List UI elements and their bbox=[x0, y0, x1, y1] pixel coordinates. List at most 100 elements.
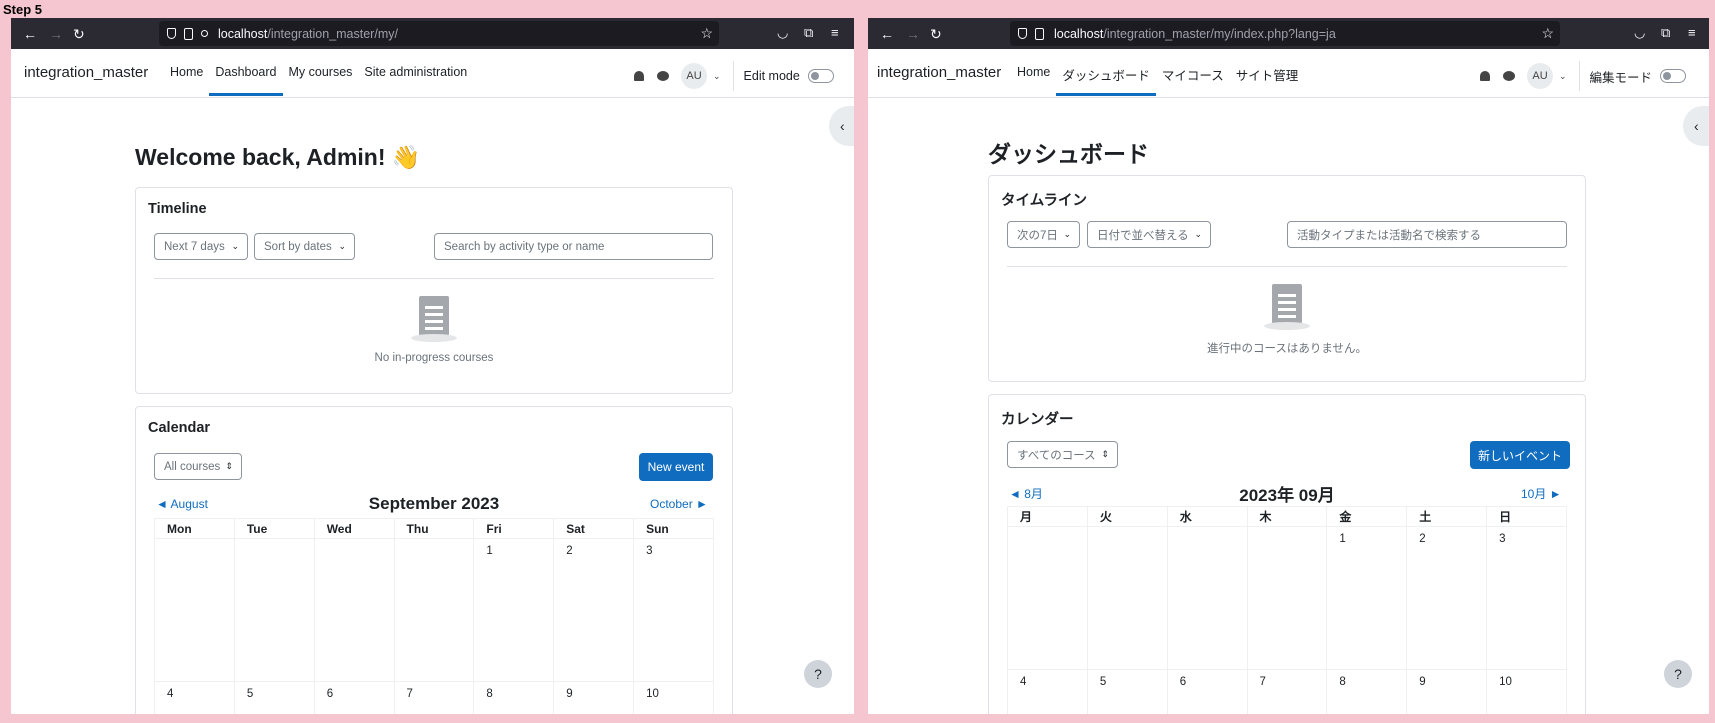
calendar-day-cell[interactable] bbox=[1246, 526, 1328, 670]
nav-dashboard[interactable]: Dashboard bbox=[209, 65, 283, 96]
calendar-day-cell[interactable] bbox=[154, 538, 235, 682]
weekday-header: 金 bbox=[1326, 506, 1408, 527]
timeline-day-filter[interactable]: Next 7 days ⌄ bbox=[154, 233, 248, 260]
bell-icon[interactable] bbox=[1480, 71, 1490, 81]
chevron-left-icon: ‹ bbox=[840, 118, 845, 134]
bookmark-star-icon[interactable]: ☆ bbox=[1541, 25, 1554, 42]
edit-mode-toggle[interactable] bbox=[1660, 69, 1687, 83]
timeline-search-input[interactable]: Search by activity type or name bbox=[434, 233, 713, 260]
calendar-day-cell[interactable] bbox=[233, 538, 315, 682]
calendar-day-cell[interactable] bbox=[1007, 526, 1088, 670]
help-button[interactable]: ? bbox=[804, 660, 832, 688]
address-bar[interactable]: localhost/integration_master/my/ ☆ bbox=[159, 21, 719, 46]
timeline-day-filter[interactable]: 次の7日 ⌄ bbox=[1007, 221, 1080, 248]
reload-icon[interactable]: ↻ bbox=[73, 26, 85, 43]
chevron-down-icon[interactable]: ⌄ bbox=[1559, 71, 1567, 82]
new-event-button[interactable]: 新しいイベント bbox=[1470, 441, 1570, 469]
calendar-day-cell[interactable]: 4 bbox=[1007, 669, 1088, 714]
calendar-day-cell[interactable]: 3 bbox=[633, 538, 714, 682]
pocket-icon[interactable]: ◡ bbox=[777, 25, 788, 41]
prev-month-link[interactable]: ◄ August bbox=[156, 497, 208, 511]
calendar-day-cell[interactable]: 10 bbox=[633, 681, 714, 714]
course-select-value: すべてのコース bbox=[1017, 449, 1096, 462]
calendar-day-cell[interactable]: 9 bbox=[553, 681, 635, 714]
nav-dashboard[interactable]: ダッシュボード bbox=[1056, 65, 1156, 96]
messages-icon[interactable] bbox=[1503, 71, 1515, 81]
calendar-title: Calendar bbox=[148, 420, 211, 436]
prev-month-link[interactable]: ◄ 8月 bbox=[1009, 485, 1043, 502]
calendar-day-cell[interactable]: 2 bbox=[1406, 526, 1488, 670]
address-bar[interactable]: localhost/integration_master/my/index.ph… bbox=[1010, 21, 1560, 46]
page-title: ダッシュボード bbox=[988, 141, 1149, 167]
calendar-day-cell[interactable]: 1 bbox=[1326, 526, 1408, 670]
messages-icon[interactable] bbox=[657, 71, 669, 81]
bookmark-star-icon[interactable]: ☆ bbox=[700, 25, 713, 42]
back-arrow-icon[interactable]: ← bbox=[880, 26, 894, 42]
menu-icon[interactable]: ≡ bbox=[831, 25, 839, 40]
timeline-sort-select[interactable]: 日付で並べ替える ⌄ bbox=[1087, 221, 1211, 248]
extensions-icon[interactable]: ⧉ bbox=[804, 25, 813, 41]
nav-my-courses[interactable]: マイコース bbox=[1156, 65, 1230, 96]
site-brand[interactable]: integration_master bbox=[877, 64, 1001, 81]
help-button[interactable]: ? bbox=[1664, 660, 1692, 688]
browser-toolbar: ← → ↻ localhost/integration_master/my/ ☆… bbox=[11, 18, 854, 49]
forward-arrow-icon[interactable]: → bbox=[49, 26, 63, 42]
avatar[interactable]: AU bbox=[1527, 63, 1553, 89]
new-event-button[interactable]: New event bbox=[639, 453, 713, 481]
empty-courses-icon bbox=[1264, 284, 1310, 330]
forward-arrow-icon[interactable]: → bbox=[906, 26, 920, 42]
avatar[interactable]: AU bbox=[681, 63, 707, 89]
timeline-title: Timeline bbox=[148, 201, 207, 217]
calendar-day-cell[interactable]: 1 bbox=[473, 538, 555, 682]
calendar-day-cell[interactable]: 10 bbox=[1486, 669, 1567, 714]
calendar-course-select[interactable]: すべてのコース ⇕ bbox=[1007, 441, 1118, 468]
divider bbox=[154, 278, 714, 279]
weekday-header: 木 bbox=[1246, 506, 1328, 527]
nav-my-courses[interactable]: My courses bbox=[283, 65, 359, 96]
calendar-day-cell[interactable]: 7 bbox=[393, 681, 475, 714]
timeline-card: Timeline Next 7 days ⌄ Sort by dates ⌄ Sea… bbox=[135, 187, 733, 394]
drawer-toggle-button[interactable]: ‹ bbox=[829, 106, 854, 146]
calendar-card: カレンダー すべてのコース ⇕ 新しいイベント ◄ 8月 2023年 09月 10… bbox=[988, 394, 1586, 714]
timeline-search-input[interactable]: 活動タイプまたは活動名で検索する bbox=[1287, 221, 1567, 248]
weekday-header: Sun bbox=[633, 518, 714, 539]
calendar-course-select[interactable]: All courses ⇕ bbox=[154, 453, 242, 480]
chevron-down-icon[interactable]: ⌄ bbox=[713, 71, 721, 82]
calendar-day-cell[interactable]: 5 bbox=[1086, 669, 1168, 714]
site-brand[interactable]: integration_master bbox=[24, 64, 148, 81]
nav-home[interactable]: Home bbox=[164, 65, 209, 96]
calendar-day-cell[interactable]: 6 bbox=[313, 681, 395, 714]
calendar-day-cell[interactable]: 8 bbox=[473, 681, 555, 714]
extensions-icon[interactable]: ⧉ bbox=[1661, 25, 1670, 41]
calendar-day-cell[interactable]: 5 bbox=[233, 681, 315, 714]
calendar-day-cell[interactable] bbox=[313, 538, 395, 682]
calendar-day-cell[interactable]: 2 bbox=[553, 538, 635, 682]
calendar-day-cell[interactable]: 3 bbox=[1486, 526, 1567, 670]
course-select-value: All courses bbox=[164, 460, 221, 473]
divider bbox=[1578, 61, 1580, 91]
edit-mode-toggle[interactable] bbox=[807, 69, 834, 83]
calendar-day-cell[interactable]: 4 bbox=[154, 681, 235, 714]
nav-home[interactable]: Home bbox=[1011, 65, 1056, 96]
calendar-day-cell[interactable]: 9 bbox=[1406, 669, 1488, 714]
calendar-day-cell[interactable] bbox=[393, 538, 475, 682]
calendar-day-cell[interactable] bbox=[1086, 526, 1168, 670]
nav-site-administration[interactable]: サイト管理 bbox=[1230, 65, 1305, 96]
timeline-sort-select[interactable]: Sort by dates ⌄ bbox=[254, 233, 355, 260]
calendar-day-cell[interactable]: 8 bbox=[1326, 669, 1408, 714]
pocket-icon[interactable]: ◡ bbox=[1634, 25, 1645, 41]
next-month-link[interactable]: 10月 ► bbox=[1521, 485, 1562, 502]
bell-icon[interactable] bbox=[634, 71, 644, 81]
calendar-day-cell[interactable] bbox=[1166, 526, 1248, 670]
next-month-link[interactable]: October ► bbox=[650, 497, 708, 511]
calendar-day-cell[interactable]: 7 bbox=[1246, 669, 1328, 714]
nav-site-administration[interactable]: Site administration bbox=[358, 65, 473, 96]
shield-icon bbox=[167, 28, 176, 39]
drawer-toggle-button[interactable]: ‹ bbox=[1683, 106, 1709, 146]
calendar-day-cell[interactable]: 6 bbox=[1166, 669, 1248, 714]
site-navbar: integration_master Home ダッシュボード マイコース サイ… bbox=[868, 49, 1709, 98]
menu-icon[interactable]: ≡ bbox=[1688, 25, 1696, 40]
back-arrow-icon[interactable]: ← bbox=[23, 26, 37, 42]
reload-icon[interactable]: ↻ bbox=[930, 26, 942, 43]
step-label: Step 5 bbox=[3, 2, 43, 17]
